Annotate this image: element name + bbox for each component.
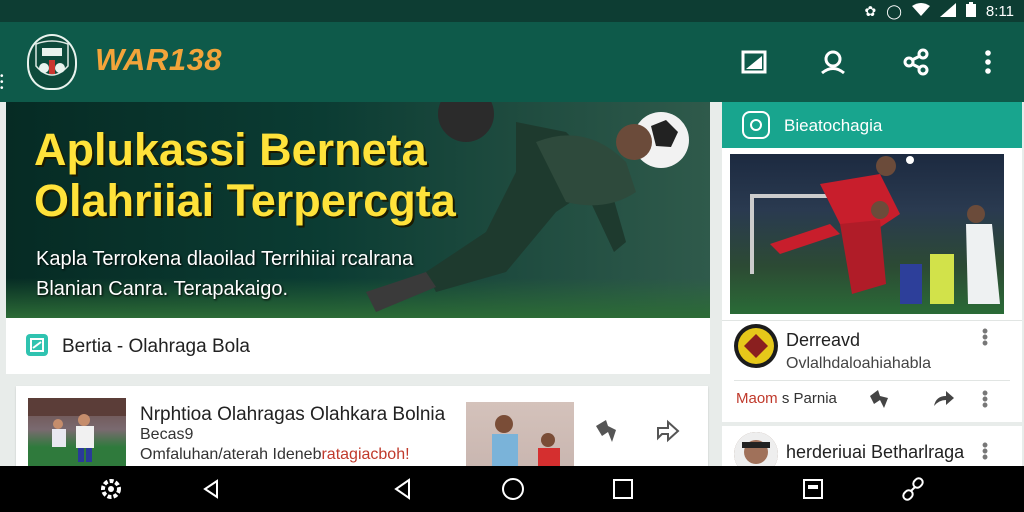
- home-icon: [502, 478, 524, 500]
- home-button[interactable]: [500, 476, 526, 502]
- settings-button[interactable]: [98, 476, 124, 502]
- alarm-icon: ◯: [886, 2, 902, 19]
- hero-title: Aplukassi Berneta Olahriiai Terpercgta: [34, 124, 456, 226]
- card1-share-button[interactable]: [930, 386, 956, 412]
- card1-more-icon[interactable]: • • •: [980, 322, 990, 352]
- share-article-button[interactable]: [654, 416, 682, 444]
- section-header[interactable]: Bertia - Olahraga Bola: [6, 318, 710, 374]
- card2-name[interactable]: herderiuai Betharlraga: [786, 442, 964, 463]
- article-thumbnail-2[interactable]: [466, 402, 574, 468]
- profile-button[interactable]: [815, 44, 851, 80]
- brand-name: WAR138: [95, 42, 223, 77]
- link-icon: [902, 477, 924, 501]
- link-button[interactable]: [900, 476, 926, 502]
- app-logo[interactable]: [27, 34, 77, 90]
- status-icons: ✿ ◯ 8:11: [864, 2, 1014, 20]
- more-vert-icon: [985, 50, 991, 74]
- notification-icon: ✿: [864, 2, 877, 19]
- article-title[interactable]: Nrphtioa Olahragas Olahkara Bolnia: [140, 404, 445, 426]
- article-thumbnail[interactable]: [28, 398, 126, 468]
- card1-divider: [734, 380, 1010, 381]
- article-desc-highlight: ratagiacboh!: [321, 446, 410, 463]
- drawer-handle-icon[interactable]: • • •: [0, 72, 6, 94]
- screenshot-button[interactable]: [800, 476, 826, 502]
- right-panel-photo[interactable]: [730, 154, 1004, 314]
- card1-more-icon-2[interactable]: • • •: [980, 384, 990, 414]
- panel-divider-2: [722, 422, 1022, 426]
- share-arrow-icon: [934, 391, 954, 406]
- like-button[interactable]: [592, 416, 620, 444]
- author-avatar[interactable]: [734, 324, 778, 368]
- hero-banner[interactable]: Aplukassi Berneta Olahriiai Terpercgta K…: [6, 102, 710, 318]
- article-card[interactable]: Nrphtioa Olahragas Olahkara Bolnia Becas…: [16, 386, 708, 468]
- back-icon: [203, 479, 218, 499]
- article-desc-text: Omfaluhan/aterah Ideneb: [140, 446, 322, 463]
- news-category-icon: [26, 334, 48, 356]
- card1-link-red: Maom: [736, 390, 782, 407]
- hero-subtitle-line2: Blanian Canra. Terapakaigo.: [36, 278, 289, 300]
- card1-action-button[interactable]: [866, 386, 892, 412]
- app-screen: ✿ ◯ 8:11 • • • WAR138 Aplukassi Berneta …: [0, 0, 1024, 512]
- back-button[interactable]: [198, 476, 224, 502]
- image-button[interactable]: [736, 44, 772, 80]
- logo-emblem-icon: [35, 40, 69, 76]
- share-button[interactable]: [898, 44, 934, 80]
- match-action-image: [750, 156, 1000, 304]
- card1-name[interactable]: Derreavd: [786, 330, 860, 351]
- article-description: Omfaluhan/aterah Idenebratagiacboh!: [140, 446, 410, 464]
- recents-button[interactable]: [610, 476, 636, 502]
- status-time: 8:11: [985, 2, 1014, 20]
- hero-title-line2: Olahriiai Terpercgta: [34, 175, 456, 226]
- run-icon: [870, 390, 888, 408]
- card1-link-dark: s Parnia: [781, 390, 837, 407]
- run-icon: [596, 420, 616, 442]
- screenshot-icon: [803, 479, 823, 499]
- card2-more-icon[interactable]: • • •: [980, 436, 990, 466]
- back-triangle-icon: [394, 478, 410, 500]
- recents-icon: [613, 479, 633, 499]
- settings-icon: [101, 479, 121, 499]
- status-bar: ✿ ◯ 8:11: [0, 0, 1024, 22]
- share-icon: [903, 48, 929, 76]
- article-meta: Becas9: [140, 426, 194, 443]
- panel-header-icon: [742, 111, 770, 139]
- right-panel: Bieatochagia Derreavd Ovlalhdaloahiahabl…: [722, 102, 1022, 476]
- card1-link[interactable]: Maom s Parnia: [736, 390, 837, 407]
- hero-subtitle: Kapla Terrokena dlaoilad Terrihiiai rcal…: [36, 244, 413, 304]
- article-players-image: [28, 398, 126, 462]
- hero-title-line1: Aplukassi Berneta: [34, 124, 427, 175]
- share-arrow-icon: [657, 419, 680, 443]
- signal-icon: [939, 2, 956, 20]
- battery-icon: [965, 2, 976, 20]
- system-nav-bar: [0, 466, 1024, 512]
- article-players-image-2: [492, 415, 560, 468]
- panel-divider: [722, 320, 1022, 321]
- image-icon: [741, 50, 767, 74]
- card1-description: Ovlalhdaloahiahabla: [786, 355, 931, 372]
- right-panel-header[interactable]: Bieatochagia: [722, 102, 1022, 148]
- section-label: Bertia - Olahraga Bola: [62, 336, 250, 357]
- right-panel-title: Bieatochagia: [784, 116, 883, 135]
- more-button[interactable]: [970, 44, 1006, 80]
- app-bar: • • • WAR138: [0, 22, 1024, 102]
- back-triangle-button[interactable]: [390, 476, 416, 502]
- profile-icon: [821, 50, 845, 75]
- hero-subtitle-line1: Kapla Terrokena dlaoilad Terrihiiai rcal…: [36, 248, 414, 270]
- wifi-icon: [911, 2, 930, 20]
